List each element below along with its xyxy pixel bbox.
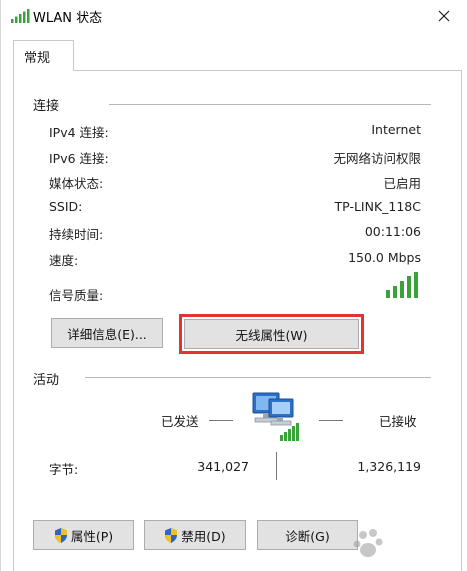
uac-shield-icon [165,527,178,543]
watermark-paw-icon [353,529,383,557]
wlan-status-window: WLAN 状态 常规 连接 IPv4 连接: Internet IPv6 连接:… [0,0,468,571]
duration-value: 00:11:06 [364,224,421,239]
uac-shield-icon [54,527,67,543]
ipv6-value: 无网络访问权限 [333,151,421,166]
sent-label: 已发送 [161,414,199,429]
bytes-divider [276,452,277,480]
signal-strength-icon [386,272,418,298]
bytes-received-value: 1,326,119 [357,459,421,474]
diagnose-button-label: 诊断(G) [285,528,330,544]
sent-line [209,420,233,421]
wifi-signal-icon [11,9,30,23]
details-button[interactable]: 详细信息(E)... [51,318,163,348]
bytes-label: 字节: [49,462,79,477]
properties-button[interactable]: 属性(P) [33,520,134,550]
ssid-label: SSID: [49,199,83,214]
disable-button-label: 禁用(D) [181,528,226,544]
tab-general[interactable]: 常规 [13,40,74,71]
ipv4-value: Internet [371,122,421,137]
close-icon [438,10,450,22]
ssid-value: TP-LINK_118C [334,199,421,214]
bytes-sent-value: 341,027 [197,459,249,474]
tab-strip: 常规 [9,40,461,71]
signal-quality-label: 信号质量: [49,288,104,303]
duration-label: 持续时间: [49,227,104,242]
received-line [319,420,343,421]
properties-button-label: 属性(P) [70,528,114,544]
connection-section-header: 连接 [33,99,60,114]
network-computer-icon [252,392,299,441]
window-title: WLAN 状态 [33,11,103,26]
speed-label: 速度: [49,253,79,268]
title-bar: WLAN 状态 [1,0,467,32]
details-button-label: 详细信息(E)... [67,326,147,342]
highlight-annotation [179,314,364,354]
ipv6-label: IPv6 连接: [49,151,109,166]
ipv4-label: IPv4 连接: [49,125,109,140]
connection-divider [109,104,431,105]
activity-section-header: 活动 [33,373,60,388]
close-button[interactable] [429,3,459,29]
tab-general-label: 常规 [24,51,51,66]
disable-button[interactable]: 禁用(D) [144,520,246,550]
media-state-label: 媒体状态: [49,176,104,191]
speed-value: 150.0 Mbps [348,250,421,265]
received-label: 已接收 [379,414,417,429]
activity-divider [85,377,431,378]
media-state-value: 已启用 [383,176,421,191]
